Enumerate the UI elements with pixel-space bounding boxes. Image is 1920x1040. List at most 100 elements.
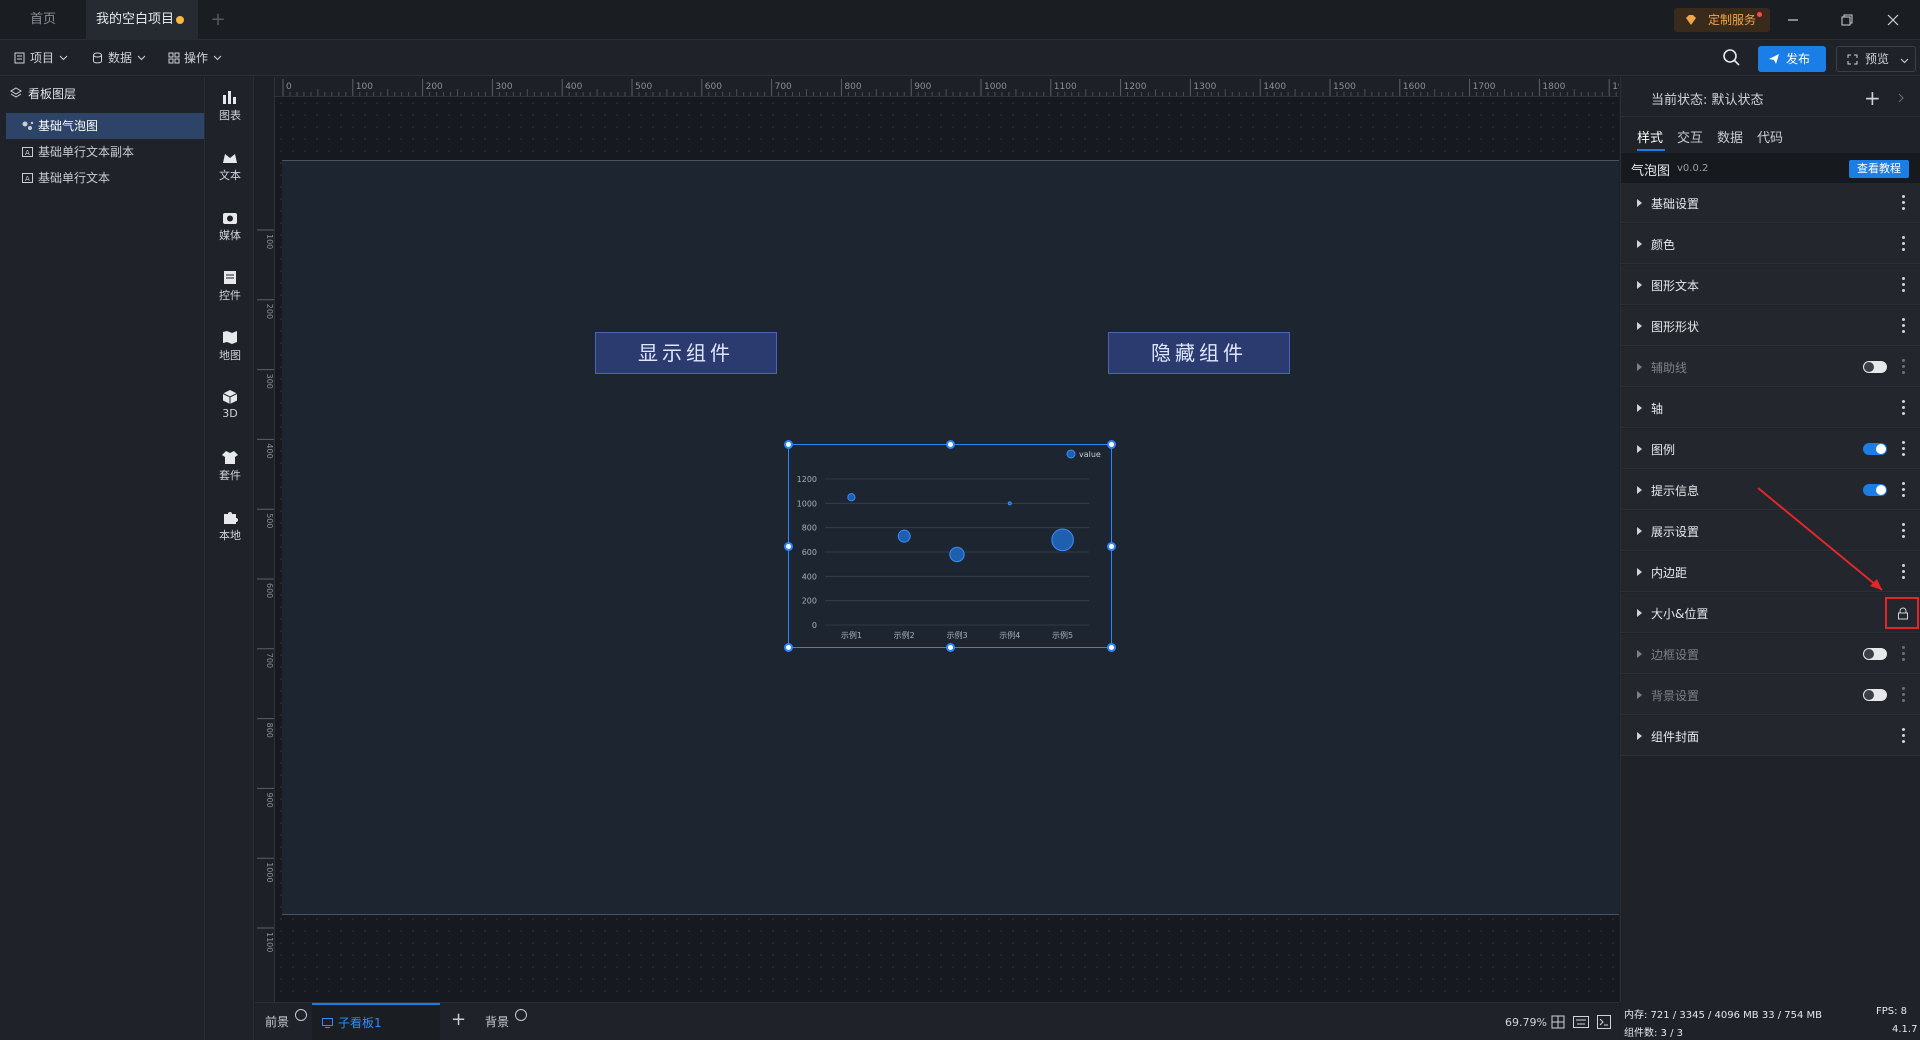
- resize-handle[interactable]: [1107, 643, 1116, 652]
- tab-style[interactable]: 样式: [1637, 127, 1663, 146]
- layer-item-text-copy[interactable]: A 基础单行文本副本: [6, 139, 204, 165]
- tab-sub-board-1[interactable]: 子看板1: [312, 1003, 440, 1040]
- rail-item-local[interactable]: 本地: [206, 503, 254, 553]
- view-tutorial-button[interactable]: 查看教程: [1849, 160, 1909, 178]
- menu-operation[interactable]: 操作: [166, 48, 222, 68]
- layer-item-text[interactable]: A 基础单行文本: [6, 165, 204, 191]
- section-graphic-shape[interactable]: 图形形状: [1621, 306, 1920, 346]
- section-axis[interactable]: 轴: [1621, 388, 1920, 428]
- resize-handle[interactable]: [784, 542, 793, 551]
- resize-handle[interactable]: [946, 440, 955, 449]
- section-basic-settings[interactable]: 基础设置: [1621, 183, 1920, 223]
- more-options-icon[interactable]: [1902, 564, 1906, 580]
- menu-data[interactable]: 数据: [90, 48, 146, 68]
- rail-item-map[interactable]: 地图: [206, 323, 254, 373]
- fullscreen-icon: [1847, 54, 1858, 65]
- add-tab-button[interactable]: +: [206, 0, 230, 40]
- rail-item-widget[interactable]: 控件: [206, 263, 254, 313]
- section-toggle[interactable]: [1863, 443, 1887, 455]
- more-options-icon[interactable]: [1902, 359, 1906, 375]
- keyboard-icon[interactable]: [1573, 1016, 1589, 1028]
- tab-interaction[interactable]: 交互: [1677, 127, 1703, 146]
- section-background-settings[interactable]: 背景设置: [1621, 675, 1920, 715]
- tab-home[interactable]: 首页: [0, 0, 86, 40]
- ruler-label: 1000: [265, 862, 274, 882]
- section-toggle[interactable]: [1863, 689, 1887, 701]
- resize-handle[interactable]: [1107, 542, 1116, 551]
- rail-item-kit[interactable]: 套件: [206, 443, 254, 493]
- more-options-icon[interactable]: [1902, 482, 1906, 498]
- more-options-icon[interactable]: [1902, 687, 1906, 703]
- layer-item-label: 基础气泡图: [38, 119, 99, 133]
- more-options-icon[interactable]: [1902, 441, 1906, 457]
- section-label: 背景设置: [1651, 689, 1700, 703]
- ruler-top: 0 100 200 300 400 500 600 700 800 900 1000 1100 1200…: [255, 77, 1619, 97]
- more-options-icon[interactable]: [1902, 646, 1906, 662]
- y-tick-label: 800: [802, 524, 817, 533]
- more-options-icon[interactable]: [1902, 523, 1906, 539]
- add-front-icon[interactable]: [295, 1009, 307, 1021]
- section-label: 图例: [1651, 443, 1676, 457]
- close-button[interactable]: [1866, 0, 1920, 40]
- resize-handle[interactable]: [946, 643, 955, 652]
- section-legend[interactable]: 图例: [1621, 429, 1920, 469]
- current-state-label[interactable]: 当前状态: 默认状态: [1651, 89, 1764, 108]
- menu-project-label: 项目: [30, 51, 55, 65]
- more-options-icon[interactable]: [1902, 277, 1906, 293]
- terminal-icon[interactable]: [1597, 1015, 1611, 1029]
- section-toggle[interactable]: [1863, 648, 1887, 660]
- custom-service-button[interactable]: 定制服务: [1674, 8, 1770, 32]
- bubble-chart-component[interactable]: 0 200 400 600 800 1000 1200 示例1 示例2 示例3 示例4 示例5 valu…: [784, 440, 1116, 652]
- resize-handle[interactable]: [1107, 440, 1116, 449]
- lock-button[interactable]: [1885, 597, 1919, 629]
- more-options-icon[interactable]: [1902, 728, 1906, 744]
- zoom-level[interactable]: 69.79%: [1505, 1016, 1547, 1029]
- tab-code[interactable]: 代码: [1757, 127, 1783, 146]
- text-box-icon: A: [22, 173, 33, 183]
- section-label: 组件封面: [1651, 730, 1700, 744]
- section-toggle[interactable]: [1863, 361, 1887, 373]
- rail-item-3d[interactable]: 3D: [206, 383, 254, 433]
- resize-handle[interactable]: [784, 440, 793, 449]
- section-guide-line[interactable]: 辅助线: [1621, 347, 1920, 387]
- preview-button[interactable]: 预览: [1836, 46, 1916, 72]
- section-component-cover[interactable]: 组件封面: [1621, 716, 1920, 756]
- hide-component-button[interactable]: 隐藏组件: [1108, 332, 1290, 374]
- fit-screen-icon[interactable]: [1551, 1015, 1565, 1029]
- front-layer-tab[interactable]: 前景: [265, 1013, 289, 1030]
- menu-project[interactable]: 项目: [12, 48, 68, 68]
- ruler-label: 800: [844, 82, 861, 92]
- rail-item-text[interactable]: 文本: [206, 143, 254, 193]
- add-state-button[interactable]: +: [1864, 86, 1881, 110]
- gem-icon: [1686, 15, 1696, 25]
- menu-data-label: 数据: [108, 51, 133, 65]
- background-layer-tab[interactable]: 背景: [485, 1013, 509, 1030]
- search-button[interactable]: [1722, 48, 1744, 70]
- tab-project[interactable]: 我的空白项目: [86, 0, 198, 40]
- minimize-button[interactable]: [1766, 0, 1820, 40]
- more-options-icon[interactable]: [1902, 400, 1906, 416]
- chevron-right-icon[interactable]: [1897, 93, 1905, 103]
- layer-item-label: 基础单行文本副本: [38, 145, 135, 159]
- layer-item-bubble-chart[interactable]: 基础气泡图: [6, 113, 204, 139]
- tab-data[interactable]: 数据: [1717, 127, 1743, 146]
- memory-usage: 内存: 721 / 3345 / 4096 MB 33 / 754 MB: [1624, 1010, 1823, 1021]
- more-options-icon[interactable]: [1902, 236, 1906, 252]
- restore-icon: [1841, 14, 1853, 26]
- media-icon: [223, 213, 237, 224]
- legend-label: value: [1079, 450, 1101, 459]
- show-component-button[interactable]: 显示组件: [595, 332, 777, 374]
- add-board-button[interactable]: +: [451, 1009, 466, 1030]
- canvas-area[interactable]: 0 100 200 300 400 500 600 700 800 900 1000 1100 1200…: [255, 77, 1619, 1002]
- section-graphic-text[interactable]: 图形文本: [1621, 265, 1920, 305]
- title-bar: 首页 我的空白项目 + 定制服务: [0, 0, 1920, 40]
- resize-handle[interactable]: [784, 643, 793, 652]
- rail-item-chart[interactable]: 图表: [206, 83, 254, 133]
- section-border-settings[interactable]: 边框设置: [1621, 634, 1920, 674]
- more-options-icon[interactable]: [1902, 318, 1906, 334]
- section-color[interactable]: 颜色: [1621, 224, 1920, 264]
- rail-item-media[interactable]: 媒体: [206, 203, 254, 253]
- publish-button[interactable]: 发布: [1758, 46, 1826, 72]
- more-options-icon[interactable]: [1902, 195, 1906, 211]
- add-background-icon[interactable]: [515, 1009, 527, 1021]
